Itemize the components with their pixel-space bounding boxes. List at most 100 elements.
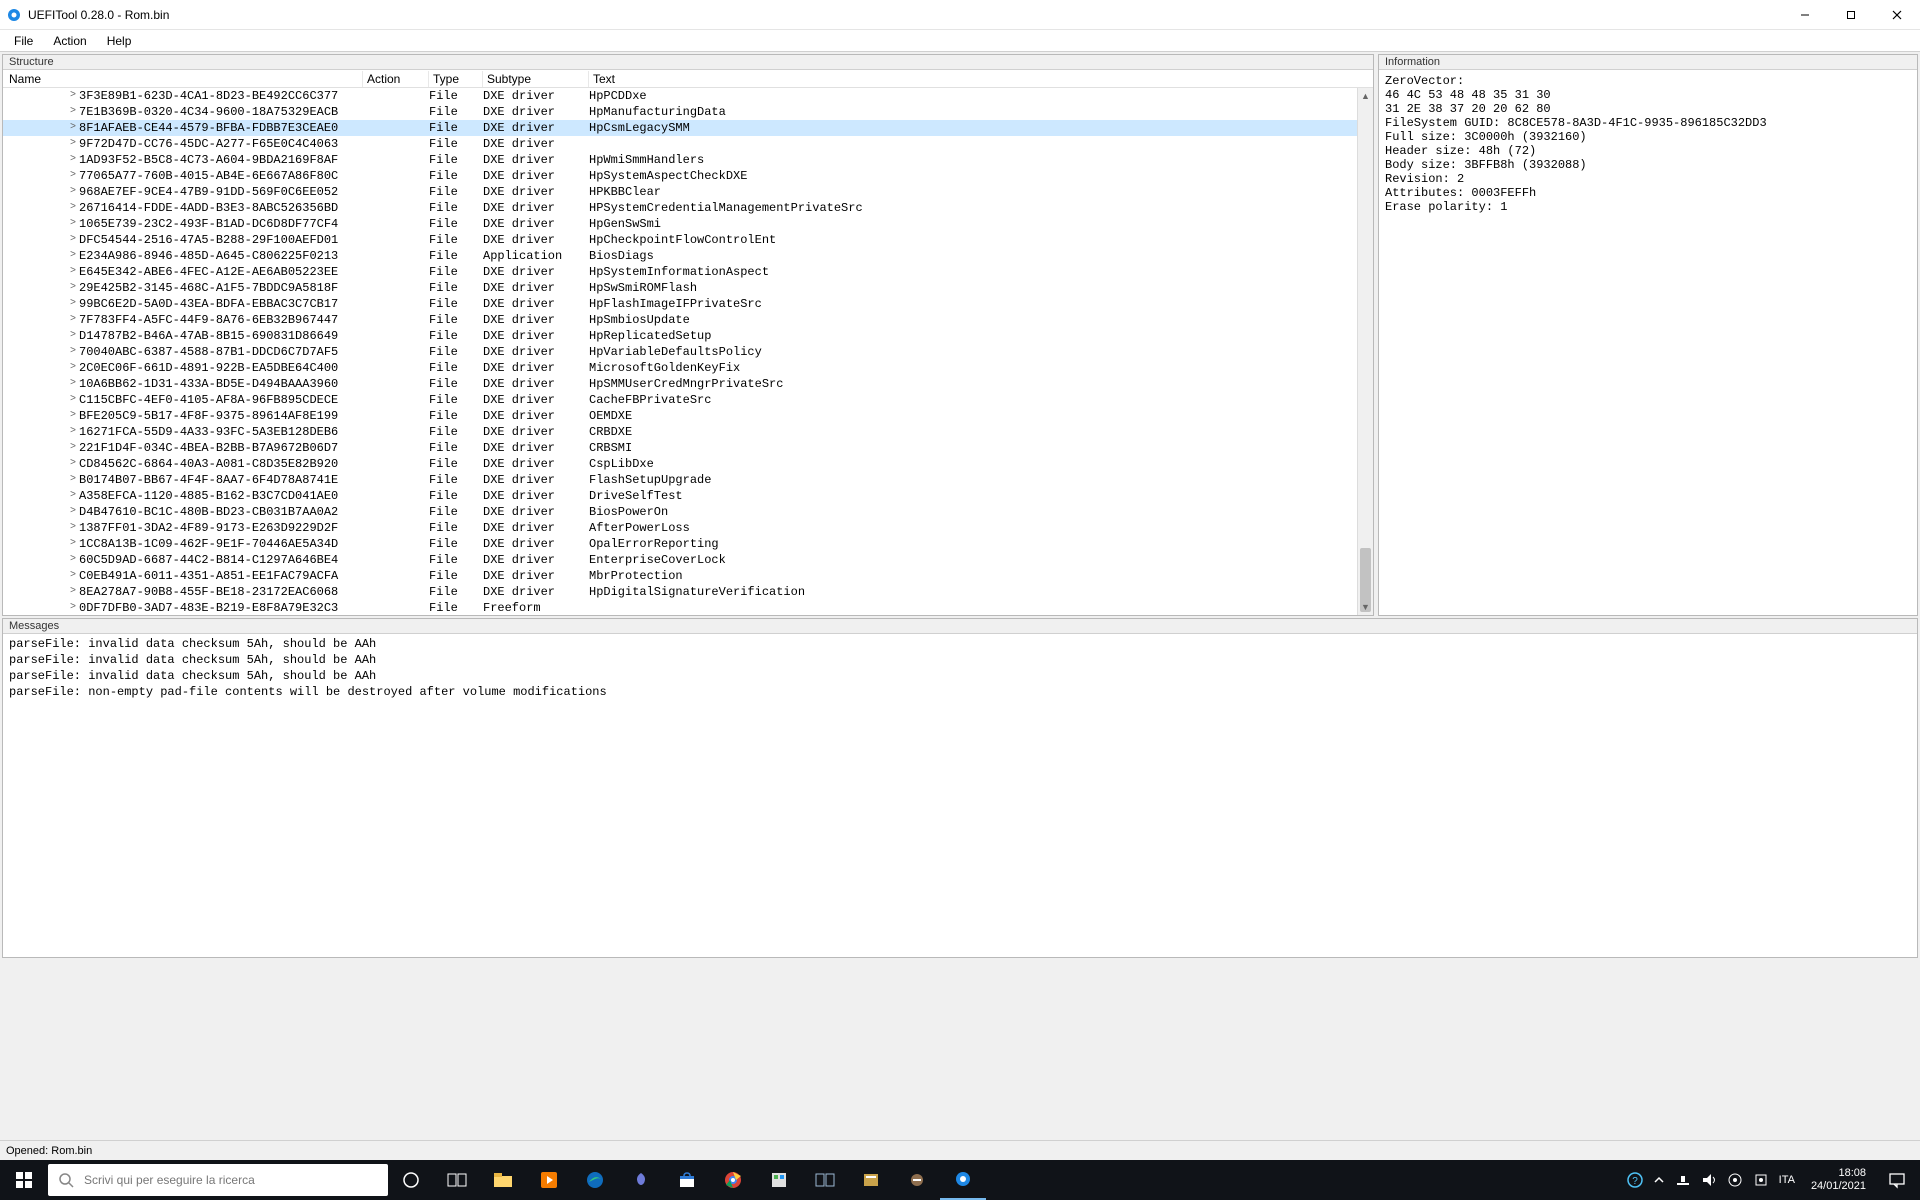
start-button[interactable]	[0, 1160, 48, 1200]
tree-row[interactable]: >BFE205C9-5B17-4F8F-9375-89614AF8E199Fil…	[3, 408, 1357, 424]
tree-row[interactable]: >70040ABC-6387-4588-87B1-DDCD6C7D7AF5Fil…	[3, 344, 1357, 360]
tb-app4[interactable]	[848, 1160, 894, 1200]
tb-explorer[interactable]	[480, 1160, 526, 1200]
tree-row[interactable]: >7E1B369B-0320-4C34-9600-18A75329EACBFil…	[3, 104, 1357, 120]
tb-app2[interactable]	[756, 1160, 802, 1200]
expander-icon[interactable]: >	[67, 456, 79, 472]
tray-language[interactable]: ITA	[1779, 1174, 1795, 1186]
expander-icon[interactable]: >	[67, 232, 79, 248]
col-subtype[interactable]: Subtype	[483, 71, 589, 87]
expander-icon[interactable]: >	[67, 552, 79, 568]
tree-row[interactable]: >D14787B2-B46A-47AB-8B15-690831D86649Fil…	[3, 328, 1357, 344]
expander-icon[interactable]: >	[67, 584, 79, 600]
tree-row[interactable]: >26716414-FDDE-4ADD-B3E3-8ABC526356BDFil…	[3, 200, 1357, 216]
close-button[interactable]	[1874, 0, 1920, 30]
tree-row[interactable]: >0DF7DFB0-3AD7-483E-B219-E8F8A79E32C3Fil…	[3, 600, 1357, 615]
scroll-up-arrow[interactable]: ▲	[1358, 88, 1373, 104]
tree-row[interactable]: >9F72D47D-CC76-45DC-A277-F65E0C4C4063Fil…	[3, 136, 1357, 152]
expander-icon[interactable]: >	[67, 104, 79, 120]
expander-icon[interactable]: >	[67, 296, 79, 312]
maximize-button[interactable]	[1828, 0, 1874, 30]
menu-file[interactable]: File	[6, 32, 41, 50]
tb-taskview[interactable]	[434, 1160, 480, 1200]
expander-icon[interactable]: >	[67, 216, 79, 232]
tb-uefitool[interactable]	[940, 1160, 986, 1200]
expander-icon[interactable]: >	[67, 136, 79, 152]
tree-row[interactable]: >B0174B07-BB67-4F4F-8AA7-6F4D78A8741EFil…	[3, 472, 1357, 488]
tb-edge[interactable]	[572, 1160, 618, 1200]
tree-row[interactable]: >10A6BB62-1D31-433A-BD5E-D494BAAA3960Fil…	[3, 376, 1357, 392]
tray-chevron-icon[interactable]	[1653, 1174, 1665, 1186]
tb-store[interactable]	[664, 1160, 710, 1200]
tree-row[interactable]: >1AD93F52-B5C8-4C73-A604-9BDA2169F8AFFil…	[3, 152, 1357, 168]
col-name[interactable]: Name	[3, 71, 363, 87]
tree-row[interactable]: >2C0EC06F-661D-4891-922B-EA5DBE64C400Fil…	[3, 360, 1357, 376]
tree-row[interactable]: >E645E342-ABE6-4FEC-A12E-AE6AB05223EEFil…	[3, 264, 1357, 280]
expander-icon[interactable]: >	[67, 248, 79, 264]
expander-icon[interactable]: >	[67, 360, 79, 376]
expander-icon[interactable]: >	[67, 392, 79, 408]
network-icon[interactable]	[1675, 1172, 1691, 1188]
tree-row[interactable]: >C115CBFC-4EF0-4105-AF8A-96FB895CDECEFil…	[3, 392, 1357, 408]
system-tray[interactable]: ? ITA	[1619, 1172, 1803, 1188]
tree-body[interactable]: >3F3E89B1-623D-4CA1-8D23-BE492CC6C377Fil…	[3, 88, 1357, 615]
menu-help[interactable]: Help	[99, 32, 140, 50]
tb-cortana[interactable]	[388, 1160, 434, 1200]
col-type[interactable]: Type	[429, 71, 483, 87]
tree-row[interactable]: >99BC6E2D-5A0D-43EA-BDFA-EBBAC3C7CB17Fil…	[3, 296, 1357, 312]
expander-icon[interactable]: >	[67, 328, 79, 344]
tb-chrome[interactable]	[710, 1160, 756, 1200]
tb-app5[interactable]	[894, 1160, 940, 1200]
taskbar-search[interactable]: Scrivi qui per eseguire la ricerca	[48, 1164, 388, 1196]
tree-row[interactable]: >3F3E89B1-623D-4CA1-8D23-BE492CC6C377Fil…	[3, 88, 1357, 104]
tree-row[interactable]: >221F1D4F-034C-4BEA-B2BB-B7A9672B06D7Fil…	[3, 440, 1357, 456]
scroll-down-arrow[interactable]: ▼	[1358, 599, 1373, 615]
tree-row[interactable]: >8F1AFAEB-CE44-4579-BFBA-FDBB7E3CEAE0Fil…	[3, 120, 1357, 136]
messages-body[interactable]: parseFile: invalid data checksum 5Ah, sh…	[3, 634, 1917, 957]
tree-row[interactable]: >1CC8A13B-1C09-462F-9E1F-70446AE5A34DFil…	[3, 536, 1357, 552]
expander-icon[interactable]: >	[67, 472, 79, 488]
tree-row[interactable]: >A358EFCA-1120-4885-B162-B3C7CD041AE0Fil…	[3, 488, 1357, 504]
expander-icon[interactable]: >	[67, 312, 79, 328]
expander-icon[interactable]: >	[67, 424, 79, 440]
expander-icon[interactable]: >	[67, 408, 79, 424]
tray-icon-2[interactable]	[1753, 1172, 1769, 1188]
expander-icon[interactable]: >	[67, 264, 79, 280]
expander-icon[interactable]: >	[67, 152, 79, 168]
menu-action[interactable]: Action	[45, 32, 94, 50]
tree-row[interactable]: >DFC54544-2516-47A5-B288-29F100AEFD01Fil…	[3, 232, 1357, 248]
expander-icon[interactable]: >	[67, 488, 79, 504]
tree-row[interactable]: >D4B47610-BC1C-480B-BD23-CB031B7AA0A2Fil…	[3, 504, 1357, 520]
information-body[interactable]: ZeroVector: 46 4C 53 48 48 35 31 30 31 2…	[1379, 70, 1917, 615]
tree-row[interactable]: >77065A77-760B-4015-AB4E-6E667A86F80CFil…	[3, 168, 1357, 184]
vertical-scrollbar[interactable]: ▲ ▼	[1357, 88, 1373, 615]
tb-app3[interactable]	[802, 1160, 848, 1200]
tree-row[interactable]: >7F783FF4-A5FC-44F9-8A76-6EB32B967447Fil…	[3, 312, 1357, 328]
tray-icon-1[interactable]	[1727, 1172, 1743, 1188]
help-icon[interactable]: ?	[1627, 1172, 1643, 1188]
tb-media[interactable]	[526, 1160, 572, 1200]
expander-icon[interactable]: >	[67, 568, 79, 584]
expander-icon[interactable]: >	[67, 200, 79, 216]
tree-row[interactable]: >E234A986-8946-485D-A645-C806225F0213Fil…	[3, 248, 1357, 264]
col-text[interactable]: Text	[589, 71, 1373, 87]
expander-icon[interactable]: >	[67, 344, 79, 360]
expander-icon[interactable]: >	[67, 376, 79, 392]
tree-row[interactable]: >1387FF01-3DA2-4F89-9173-E263D9229D2FFil…	[3, 520, 1357, 536]
expander-icon[interactable]: >	[67, 536, 79, 552]
minimize-button[interactable]	[1782, 0, 1828, 30]
action-center[interactable]	[1874, 1160, 1920, 1200]
tree-row[interactable]: >C0EB491A-6011-4351-A851-EE1FAC79ACFAFil…	[3, 568, 1357, 584]
tb-app1[interactable]	[618, 1160, 664, 1200]
expander-icon[interactable]: >	[67, 440, 79, 456]
tree-row[interactable]: >60C5D9AD-6687-44C2-B814-C1297A646BE4Fil…	[3, 552, 1357, 568]
expander-icon[interactable]: >	[67, 520, 79, 536]
tree-row[interactable]: >8EA278A7-90B8-455F-BE18-23172EAC6068Fil…	[3, 584, 1357, 600]
expander-icon[interactable]: >	[67, 88, 79, 104]
tree-row[interactable]: >16271FCA-55D9-4A33-93FC-5A3EB128DEB6Fil…	[3, 424, 1357, 440]
expander-icon[interactable]: >	[67, 120, 79, 136]
expander-icon[interactable]: >	[67, 504, 79, 520]
tree-row[interactable]: >1065E739-23C2-493F-B1AD-DC6D8DF77CF4Fil…	[3, 216, 1357, 232]
tree-row[interactable]: >CD84562C-6864-40A3-A081-C8D35E82B920Fil…	[3, 456, 1357, 472]
expander-icon[interactable]: >	[67, 168, 79, 184]
